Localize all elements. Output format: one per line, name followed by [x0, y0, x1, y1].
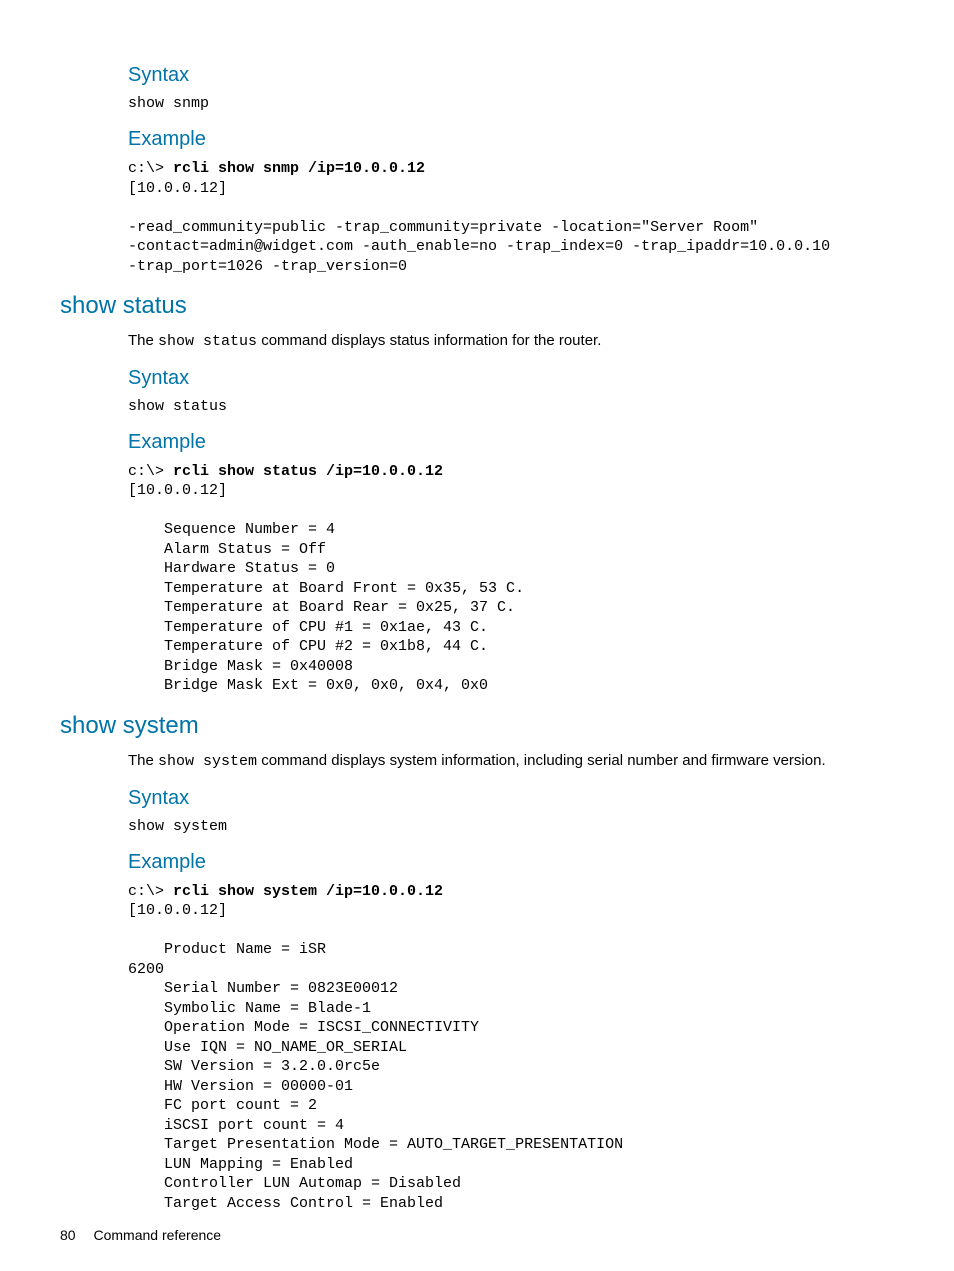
example-show-status: c:\> rcli show status /ip=10.0.0.12 [10.…: [128, 462, 904, 696]
heading-show-system: show system: [60, 712, 904, 740]
desc-post: command displays system information, inc…: [257, 752, 826, 769]
example-output: [10.0.0.12] -read_community=public -trap…: [128, 180, 830, 275]
prompt: c:\>: [128, 160, 173, 177]
example-show-system: c:\> rcli show system /ip=10.0.0.12 [10.…: [128, 882, 904, 1214]
page-number: 80: [60, 1227, 76, 1243]
desc-show-status: The show status command displays status …: [128, 330, 904, 353]
desc-show-system: The show system command displays system …: [128, 750, 904, 773]
desc-mono: show system: [158, 753, 257, 770]
prompt: c:\>: [128, 463, 173, 480]
heading-syntax: Syntax: [128, 64, 904, 87]
heading-example: Example: [128, 128, 904, 151]
heading-example: Example: [128, 851, 904, 874]
syntax-show-status: show status: [128, 398, 904, 415]
heading-example: Example: [128, 431, 904, 454]
example-output: [10.0.0.12] Sequence Number = 4 Alarm St…: [128, 482, 524, 694]
desc-pre: The: [128, 332, 158, 349]
page-footer: 80 Command reference: [60, 1227, 221, 1243]
example-output: [10.0.0.12] Product Name = iSR 6200 Seri…: [128, 902, 623, 1212]
syntax-show-snmp: show snmp: [128, 95, 904, 112]
heading-show-status: show status: [60, 292, 904, 320]
command-bold: rcli show status /ip=10.0.0.12: [173, 463, 443, 480]
command-bold: rcli show snmp /ip=10.0.0.12: [173, 160, 425, 177]
desc-pre: The: [128, 752, 158, 769]
command-bold: rcli show system /ip=10.0.0.12: [173, 883, 443, 900]
prompt: c:\>: [128, 883, 173, 900]
desc-mono: show status: [158, 333, 257, 350]
syntax-show-system: show system: [128, 818, 904, 835]
desc-post: command displays status information for …: [257, 332, 601, 349]
heading-syntax: Syntax: [128, 787, 904, 810]
heading-syntax: Syntax: [128, 367, 904, 390]
footer-section: Command reference: [93, 1227, 221, 1243]
example-show-snmp: c:\> rcli show snmp /ip=10.0.0.12 [10.0.…: [128, 159, 904, 276]
